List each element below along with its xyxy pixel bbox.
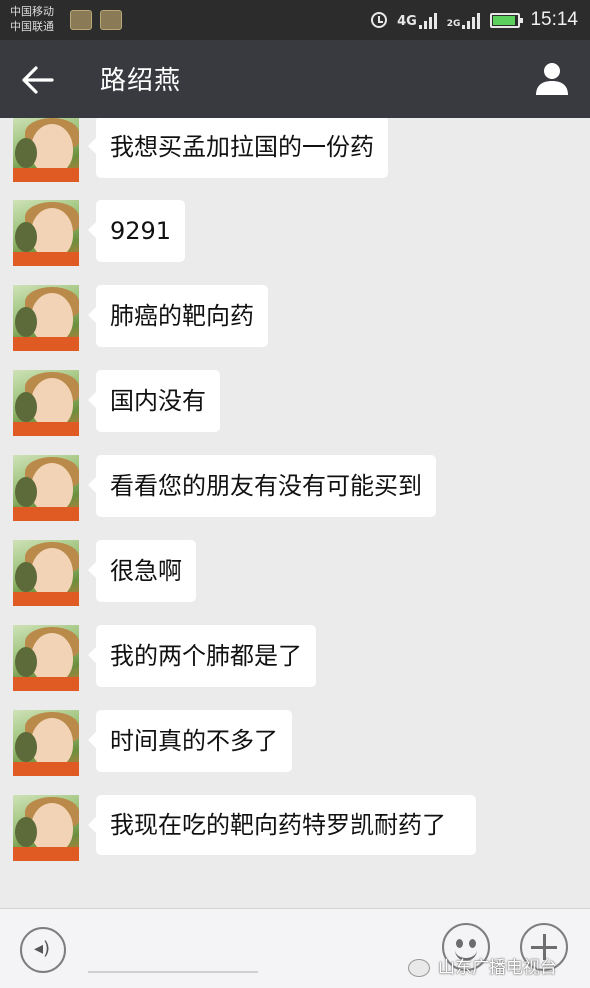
status-bar: 中国移动 中国联通 4G 2G 15:14 [0, 0, 590, 40]
message-bubble[interactable]: 9291 [87, 200, 186, 262]
avatar[interactable] [13, 285, 79, 351]
message-bubble[interactable]: 很急啊 [88, 540, 196, 602]
avatar[interactable] [13, 710, 79, 776]
network-4g: 4G [397, 11, 437, 29]
message-bubble[interactable]: 看看您的朋友有没有可能买到 [88, 455, 436, 517]
avatar[interactable] [13, 370, 79, 436]
status-icons: 4G 2G 15:14 [371, 6, 578, 34]
status-time: 15:14 [530, 9, 578, 30]
message-bubble[interactable]: 我想买孟加拉国的一份药 [88, 118, 388, 178]
voice-icon[interactable]: ◂) [20, 927, 66, 973]
avatar[interactable] [13, 118, 79, 182]
notification-icon [100, 10, 122, 30]
network-2g: 2G [447, 11, 481, 29]
chat-header: 路绍燕 [0, 40, 590, 118]
alarm-icon [371, 12, 388, 28]
signal-icon [462, 11, 481, 29]
profile-icon[interactable] [532, 58, 572, 98]
avatar[interactable] [13, 625, 79, 691]
avatar[interactable] [13, 455, 79, 521]
avatar[interactable] [13, 795, 79, 861]
back-arrow-icon[interactable] [20, 62, 60, 98]
message-bubble[interactable]: 国内没有 [88, 370, 220, 432]
message-bubble[interactable]: 时间真的不多了 [88, 710, 292, 772]
message-input[interactable] [88, 971, 258, 973]
battery-icon [490, 12, 524, 28]
avatar[interactable] [13, 540, 79, 606]
carrier-2: 中国联通 [10, 20, 54, 33]
avatar[interactable] [13, 200, 79, 266]
message-bubble[interactable]: 我现在吃的靶向药特罗凯耐药了 [88, 795, 476, 855]
watermark-text: 山东广播电视台 [438, 958, 557, 978]
chat-messages[interactable]: 我想买孟加拉国的一份药 9291 肺癌的靶向药 国内没有 看看您的朋友有没有可能… [0, 118, 590, 908]
watermark: 山东广播电视台 [408, 953, 557, 978]
page-title: 路绍燕 [100, 66, 182, 96]
signal-icon [418, 11, 437, 29]
network-label: 2G [446, 19, 461, 29]
network-label: 4G [397, 14, 417, 29]
input-bar: ◂) 山东广播电视台 [0, 908, 590, 988]
carrier-1: 中国移动 [10, 5, 54, 18]
message-bubble[interactable]: 我的两个肺都是了 [88, 625, 316, 687]
wechat-logo-icon [408, 959, 430, 977]
message-bubble[interactable]: 肺癌的靶向药 [88, 285, 268, 347]
carrier-labels: 中国移动 中国联通 [10, 4, 54, 34]
notification-icon [70, 10, 92, 30]
